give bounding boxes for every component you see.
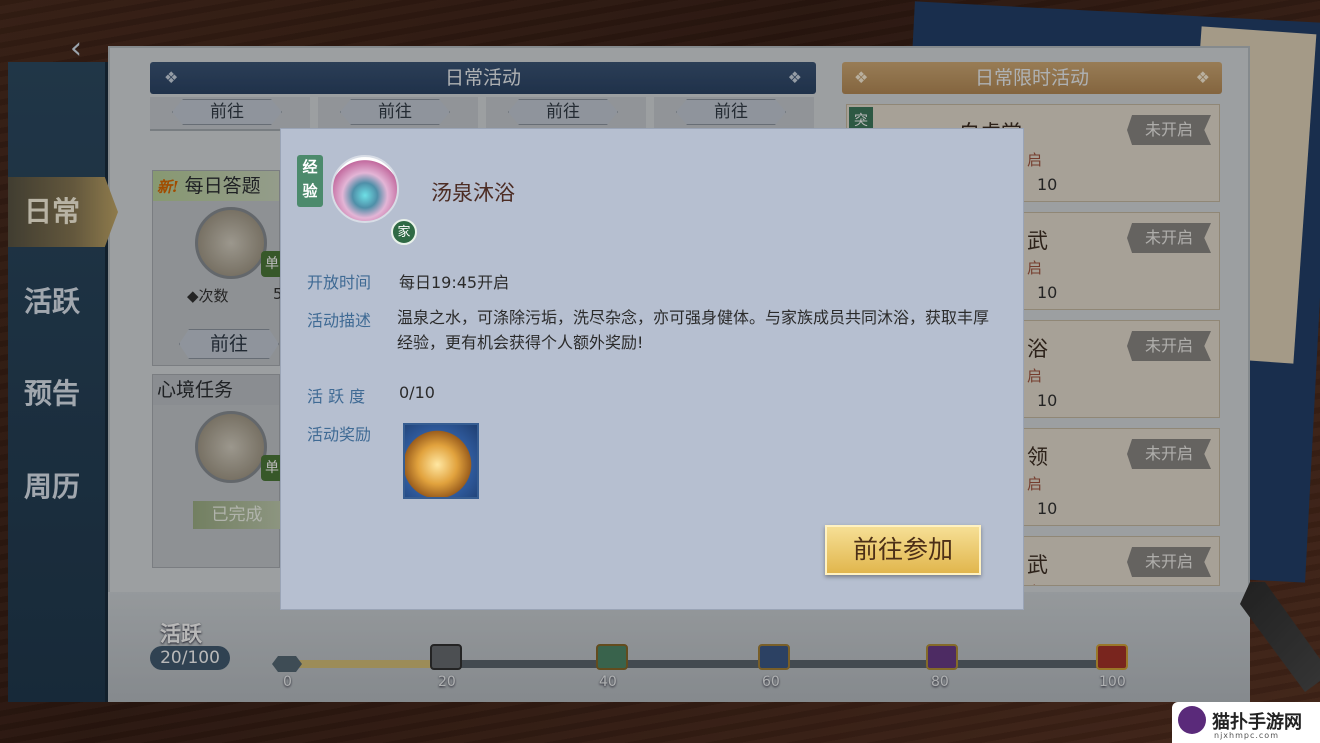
watermark-sub: njxhmpc.com (1214, 731, 1279, 740)
nav-tab-active[interactable]: 活跃 (8, 267, 118, 337)
scroll-brush-icon (195, 207, 267, 279)
row-value: 10 (1037, 499, 1058, 518)
watermark-logo-icon (1178, 706, 1206, 734)
nav-tab-preview[interactable]: 预告 (8, 359, 118, 429)
activity-name: 汤泉沐浴 (431, 181, 515, 205)
nav-tab-daily[interactable]: 日常 (8, 177, 118, 247)
row-sub: 启 (1027, 367, 1043, 385)
tick-label: 60 (762, 674, 780, 690)
activity-card-mind-task[interactable]: 心境任务 单 已完成 (152, 374, 283, 568)
top-go-slot: 前往 (654, 97, 814, 131)
row-value: 10 (1037, 283, 1058, 302)
ornament-icon: ❖ (164, 68, 179, 87)
activity-level-label: 活 跃 度 (307, 387, 366, 406)
activity-level-value: 0/10 (399, 383, 435, 402)
card-title: 新! 每日答题 (153, 171, 279, 201)
not-open-badge: 未开启 (1127, 439, 1211, 469)
progress-start-knob (272, 656, 302, 672)
row-value: 10 (1037, 175, 1058, 194)
count-label: ◆次数 (187, 287, 229, 305)
top-go-slot: 前往 (486, 97, 646, 131)
tick-label: 100 (1099, 674, 1126, 690)
activity-label: 活跃 (160, 621, 202, 646)
join-button[interactable]: 前往参加 (825, 525, 981, 575)
limited-activities-header: ❖ 日常限时活动 ❖ (842, 62, 1222, 94)
go-button[interactable]: 前往 (508, 99, 618, 125)
card-title-text: 每日答题 (184, 175, 261, 197)
hot-spring-icon (331, 155, 399, 223)
reward-chest-icon[interactable] (430, 644, 462, 670)
new-tag: 新! (157, 178, 179, 196)
completed-status: 已完成 (193, 501, 281, 529)
ornament-icon: ❖ (1195, 68, 1210, 87)
open-time-label: 开放时间 (307, 273, 372, 292)
activity-detail-modal[interactable]: 经验 家 汤泉沐浴 开放时间 每日19:45开启 活动描述 温泉之水，可涤除污垢… (280, 128, 1024, 610)
reward-label: 活动奖励 (307, 425, 372, 444)
go-button[interactable]: 前往 (179, 329, 279, 359)
not-open-badge: 未开启 (1127, 223, 1211, 253)
row-title: 领 (1027, 445, 1048, 469)
not-open-badge: 未开启 (1127, 547, 1211, 577)
ornament-icon: ❖ (787, 68, 802, 87)
reward-chest-icon[interactable] (758, 644, 790, 670)
exp-tag: 经验 (297, 155, 323, 207)
ornament-icon: ❖ (854, 68, 869, 87)
row-sub: 启 (1027, 581, 1042, 585)
tick-label: 40 (599, 674, 617, 690)
activity-track-fill (286, 660, 452, 668)
row-title: 浴 (1027, 337, 1048, 361)
side-nav: 日常 活跃 预告 周历 (8, 62, 118, 702)
row-sub: 启 (1027, 259, 1043, 277)
row-value: 10 (1037, 391, 1058, 410)
description-text: 温泉之水，可涤除污垢，洗尽杂念，亦可强身健体。与家族成员共同沐浴，获取丰厚经验，… (397, 308, 990, 352)
open-time-value: 每日19:45开启 (399, 273, 510, 292)
activity-card-quiz[interactable]: 新! 每日答题 单 ◆次数 5 前往 (152, 170, 283, 366)
watermark: 猫扑手游网 njxhmpc.com (1172, 702, 1320, 743)
reward-chest-icon[interactable] (1096, 644, 1128, 670)
daily-header-title: 日常活动 (444, 67, 521, 89)
go-button[interactable]: 前往 (676, 99, 786, 125)
row-sub: 启 (1027, 151, 1043, 169)
tick-label: 80 (931, 674, 949, 690)
top-go-slot: 前往 (318, 97, 478, 131)
go-button[interactable]: 前往 (340, 99, 450, 125)
reward-chest-icon[interactable] (926, 644, 958, 670)
reward-chest-icon[interactable] (596, 644, 628, 670)
card-title: 心境任务 (153, 375, 279, 405)
activity-count: 20/100 (150, 646, 230, 670)
limited-header-title: 日常限时活动 (974, 67, 1089, 89)
not-open-badge: 未开启 (1127, 115, 1211, 145)
tick-label: 0 (283, 674, 292, 690)
row-title: 武 (1027, 229, 1048, 253)
row-sub: 启 (1027, 475, 1043, 493)
nav-tab-weekly[interactable]: 周历 (8, 452, 118, 522)
not-open-badge: 未开启 (1127, 331, 1211, 361)
exp-orb-reward-icon[interactable] (403, 423, 479, 499)
daily-activities-header: ❖ 日常活动 ❖ (150, 62, 816, 94)
go-button[interactable]: 前往 (172, 99, 282, 125)
tick-label: 20 (438, 674, 456, 690)
meditating-figure-icon (195, 411, 267, 483)
top-go-slot: 前往 (150, 97, 310, 131)
family-badge: 家 (391, 219, 417, 245)
row-title: 武 (1027, 553, 1048, 577)
description-label: 活动描述 (307, 311, 372, 330)
